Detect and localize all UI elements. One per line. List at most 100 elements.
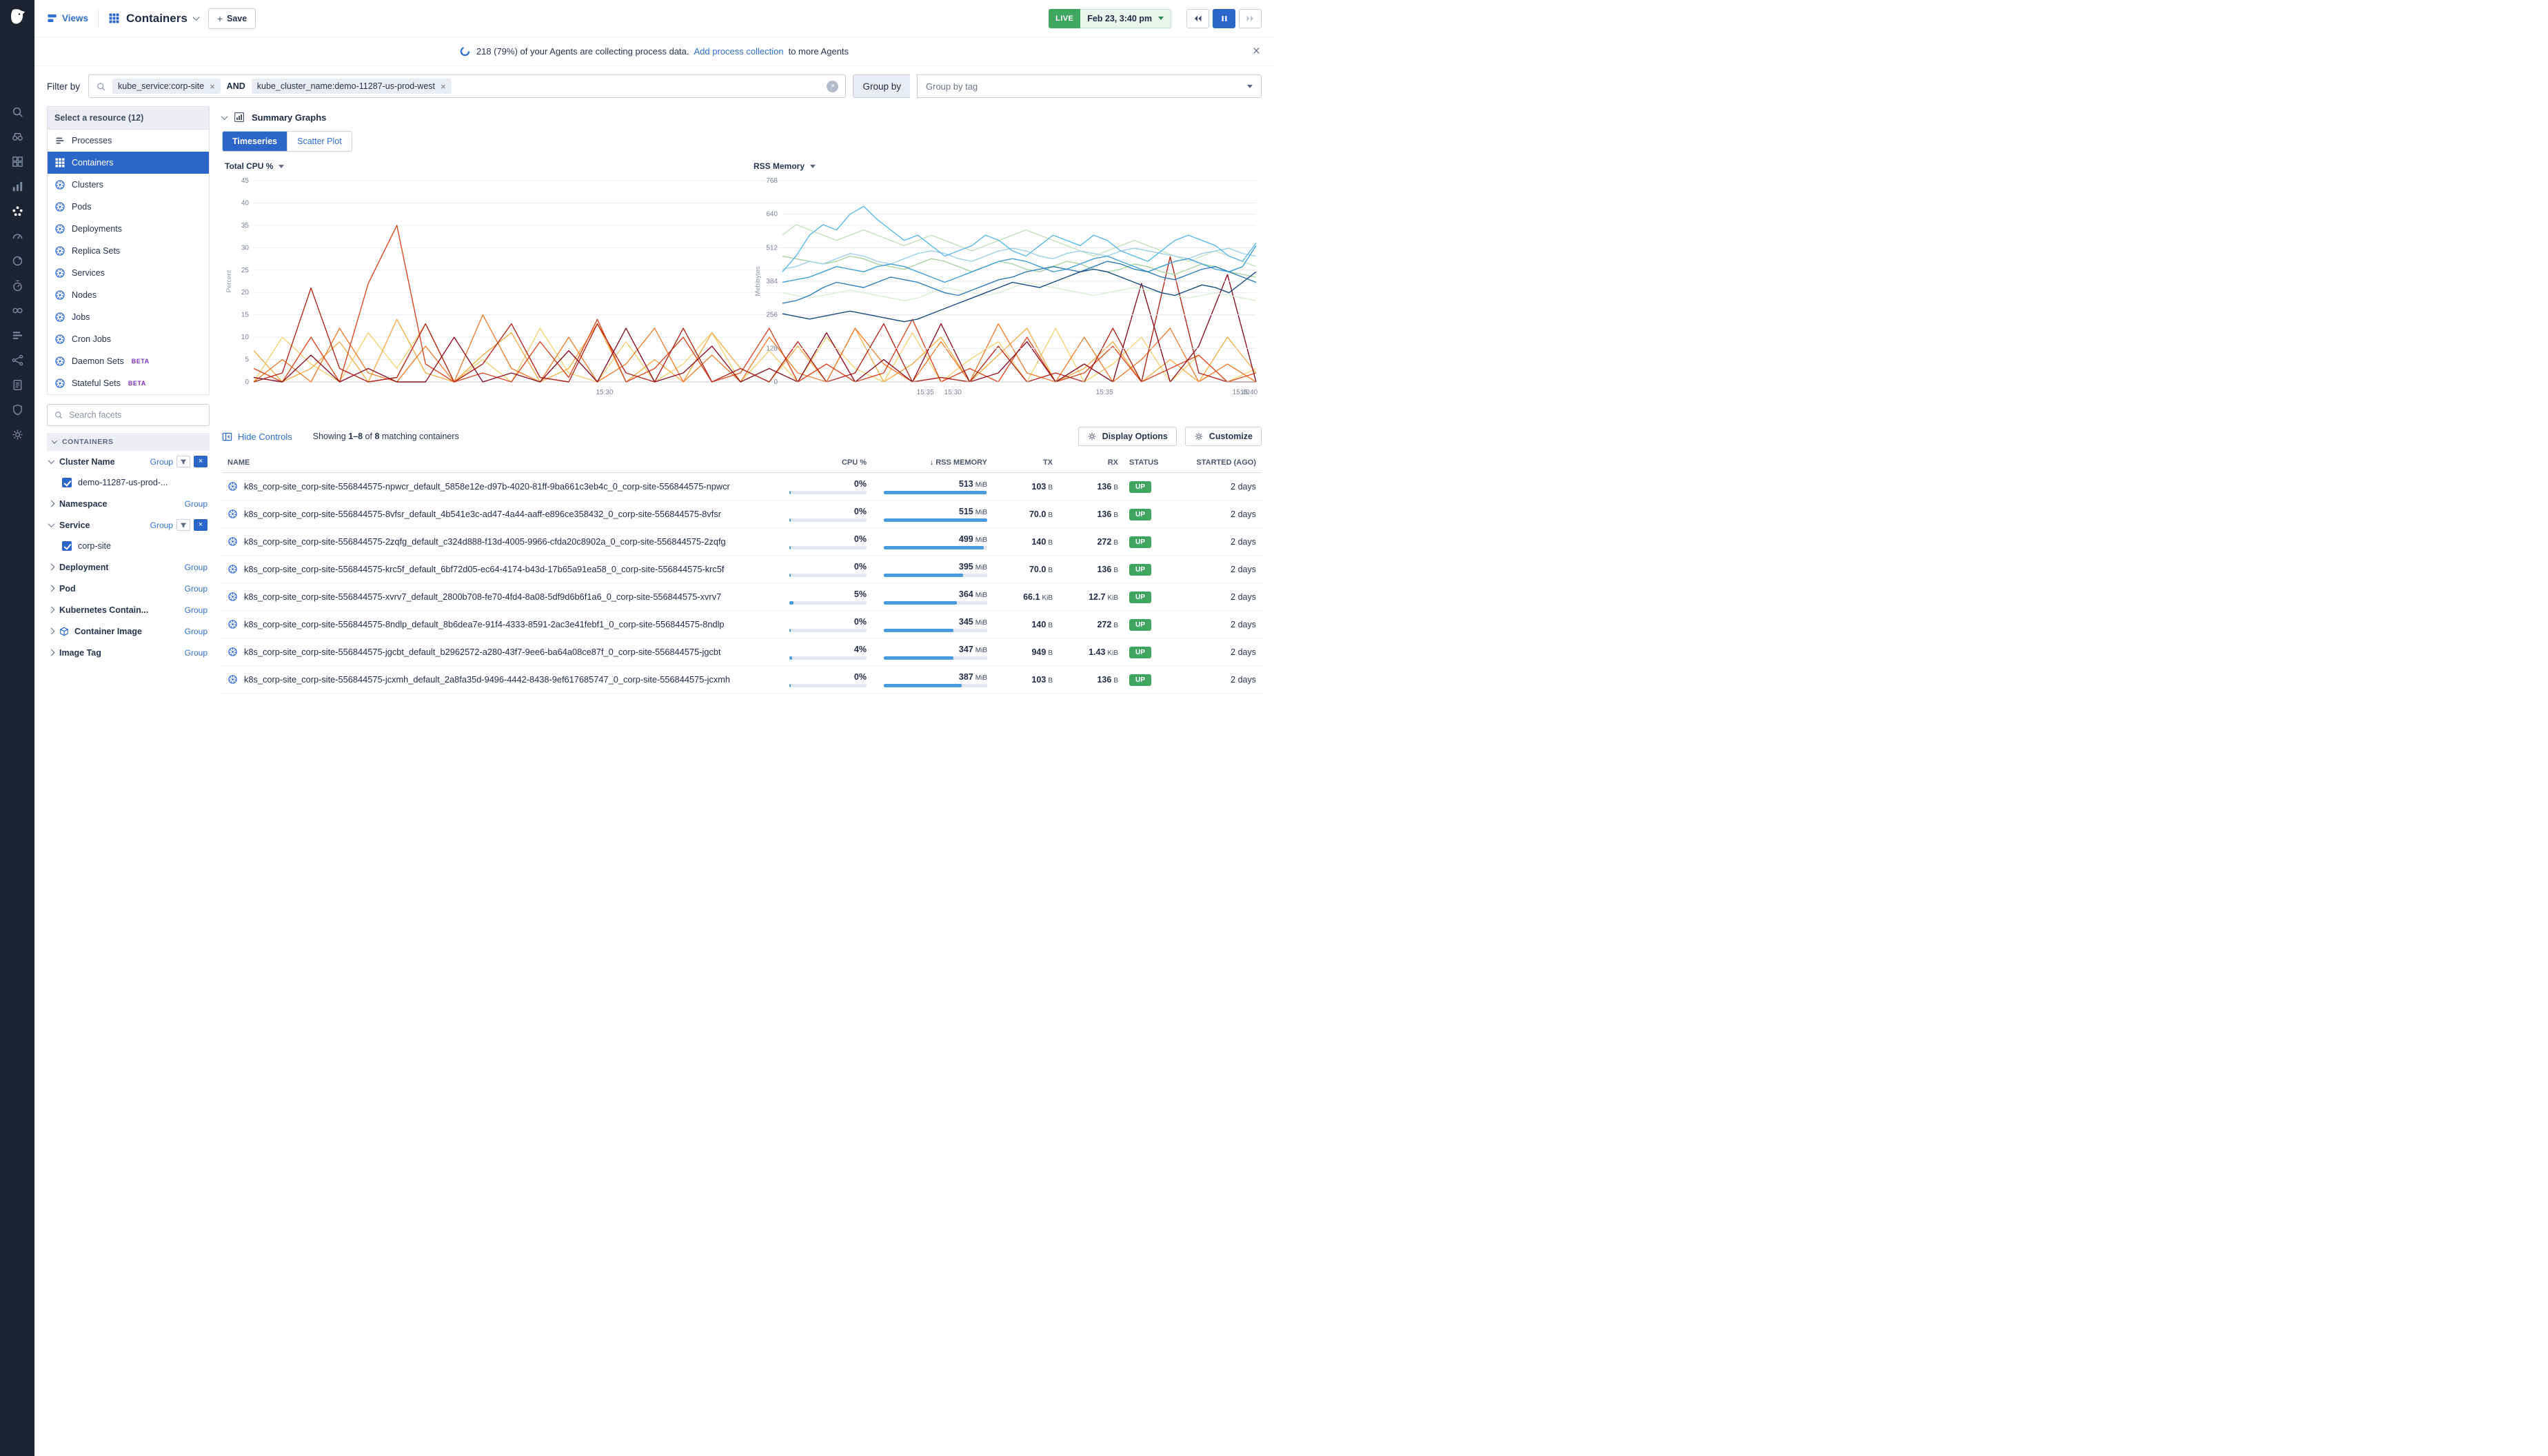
resource-item-replica-sets[interactable]: Replica Sets	[48, 240, 209, 262]
facet-clear-icon[interactable]: ×	[194, 456, 208, 467]
close-banner-icon[interactable]: ×	[1253, 45, 1260, 58]
search-facets-box[interactable]	[47, 404, 210, 426]
resource-item-deployments[interactable]: Deployments	[48, 218, 209, 240]
facet-filter-icon[interactable]	[176, 456, 190, 467]
checkbox-checked-icon[interactable]	[62, 541, 72, 551]
display-options-button[interactable]: Display Options	[1078, 427, 1177, 446]
container-row[interactable]: k8s_corp-site_corp-site-556844575-2zqfg_…	[222, 528, 1262, 556]
facet-cluster-name[interactable]: Cluster NameGroup×	[47, 451, 210, 472]
facet-group-link[interactable]: Group	[185, 499, 208, 509]
facet-kubernetes-contain[interactable]: Kubernetes Contain...Group	[47, 599, 210, 620]
network-icon[interactable]	[0, 347, 34, 372]
metrics-icon[interactable]	[0, 174, 34, 199]
facet-option-corp-site[interactable]: corp-site	[47, 536, 210, 556]
facet-group-link[interactable]: Group	[185, 648, 208, 658]
facet-group-link[interactable]: Group	[185, 605, 208, 615]
column-header-rss-memory[interactable]: ↓RSS MEMORY	[872, 458, 993, 467]
facet-clear-icon[interactable]: ×	[194, 519, 208, 531]
datadog-logo[interactable]	[5, 6, 30, 30]
resource-selector[interactable]: Containers	[108, 12, 199, 26]
facet-pod[interactable]: PodGroup	[47, 578, 210, 599]
watchdog-icon[interactable]	[0, 124, 34, 149]
container-row[interactable]: k8s_corp-site_corp-site-556844575-jgcbt_…	[222, 638, 1262, 666]
column-header-status[interactable]: STATUS	[1124, 458, 1179, 467]
filter-tag[interactable]: kube_cluster_name:demo-11287-us-prod-wes…	[252, 79, 452, 94]
time-range-selector[interactable]: Feb 23, 3:40 pm	[1080, 9, 1171, 28]
container-row[interactable]: k8s_corp-site_corp-site-556844575-npwcr_…	[222, 473, 1262, 501]
resource-item-pods[interactable]: Pods	[48, 196, 209, 218]
container-name[interactable]: k8s_corp-site_corp-site-556844575-krc5f_…	[244, 564, 725, 574]
facet-group-link[interactable]: Group	[185, 627, 208, 636]
group-by-select[interactable]: Group by tag	[917, 74, 1262, 98]
resource-item-cron-jobs[interactable]: Cron Jobs	[48, 328, 209, 350]
container-name[interactable]: k8s_corp-site_corp-site-556844575-jgcbt_…	[244, 647, 721, 657]
add-process-collection-link[interactable]: Add process collection	[694, 46, 784, 57]
chart-metric-selector[interactable]: RSS Memory	[754, 161, 816, 171]
fast-forward-button[interactable]	[1239, 9, 1262, 28]
chart-metric-selector[interactable]: Total CPU %	[225, 161, 284, 171]
resource-item-daemon-sets[interactable]: Daemon SetsBETA	[48, 350, 209, 372]
processes-icon[interactable]	[0, 323, 34, 347]
column-header-name[interactable]: NAME	[222, 458, 782, 467]
dashboards-icon[interactable]	[0, 149, 34, 174]
container-row[interactable]: k8s_corp-site_corp-site-556844575-8vfsr_…	[222, 501, 1262, 528]
facet-filter-icon[interactable]	[176, 519, 190, 531]
facet-group-link[interactable]: Group	[150, 457, 173, 467]
column-header-tx[interactable]: TX	[993, 458, 1058, 467]
facet-group-link[interactable]: Group	[185, 563, 208, 572]
resource-item-services[interactable]: Services	[48, 262, 209, 284]
remove-tag-icon[interactable]: ×	[210, 82, 215, 91]
container-name[interactable]: k8s_corp-site_corp-site-556844575-jcxmh_…	[244, 674, 730, 685]
facet-image-tag[interactable]: Image TagGroup	[47, 642, 210, 663]
tab-scatter-plot[interactable]: Scatter Plot	[287, 132, 352, 151]
facet-group-header[interactable]: CONTAINERS	[47, 433, 210, 451]
container-name[interactable]: k8s_corp-site_corp-site-556844575-2zqfg_…	[244, 536, 726, 547]
filter-search-input[interactable]: kube_service:corp-site×ANDkube_cluster_n…	[88, 74, 846, 98]
hide-controls-button[interactable]: Hide Controls	[222, 432, 292, 442]
save-view-button[interactable]: + Save	[208, 8, 256, 29]
container-name[interactable]: k8s_corp-site_corp-site-556844575-npwcr_…	[244, 481, 730, 492]
monitors-icon[interactable]	[0, 223, 34, 248]
search-facets-input[interactable]	[69, 410, 203, 420]
container-name[interactable]: k8s_corp-site_corp-site-556844575-8vfsr_…	[244, 509, 721, 519]
rewind-button[interactable]	[1186, 9, 1209, 28]
container-row[interactable]: k8s_corp-site_corp-site-556844575-jcxmh_…	[222, 666, 1262, 694]
synthetics-icon[interactable]	[0, 248, 34, 273]
tab-timeseries[interactable]: Timeseries	[223, 132, 287, 151]
search-icon[interactable]	[0, 99, 34, 124]
column-header-cpu[interactable]: CPU %	[782, 458, 872, 467]
facet-namespace[interactable]: NamespaceGroup	[47, 493, 210, 514]
security-icon[interactable]	[0, 397, 34, 422]
ci-icon[interactable]	[0, 298, 34, 323]
column-header-started-ago[interactable]: STARTED (AGO)	[1179, 458, 1262, 467]
logs-icon[interactable]	[0, 372, 34, 397]
resource-item-stateful-sets[interactable]: Stateful SetsBETA	[48, 372, 209, 394]
live-badge[interactable]: LIVE	[1049, 9, 1080, 28]
containers-icon[interactable]	[0, 199, 34, 223]
resource-item-jobs[interactable]: Jobs	[48, 306, 209, 328]
resource-item-clusters[interactable]: Clusters	[48, 174, 209, 196]
container-name[interactable]: k8s_corp-site_corp-site-556844575-xvrv7_…	[244, 592, 721, 602]
filter-tag[interactable]: kube_service:corp-site×	[112, 79, 221, 94]
facet-service[interactable]: ServiceGroup×	[47, 514, 210, 536]
resource-item-nodes[interactable]: Nodes	[48, 284, 209, 306]
summary-graphs-header[interactable]: Summary Graphs	[222, 112, 1262, 123]
facet-group-link[interactable]: Group	[150, 520, 173, 530]
resource-item-processes[interactable]: Processes	[48, 130, 209, 152]
container-row[interactable]: k8s_corp-site_corp-site-556844575-krc5f_…	[222, 556, 1262, 583]
pause-button[interactable]	[1213, 9, 1235, 28]
customize-button[interactable]: Customize	[1185, 427, 1262, 446]
container-row[interactable]: k8s_corp-site_corp-site-556844575-8ndlp_…	[222, 611, 1262, 638]
facet-group-link[interactable]: Group	[185, 584, 208, 594]
remove-tag-icon[interactable]: ×	[441, 82, 446, 91]
facet-option-demo-11287-us-prod[interactable]: demo-11287-us-prod-...	[47, 472, 210, 493]
column-header-rx[interactable]: RX	[1058, 458, 1124, 467]
resource-item-containers[interactable]: Containers	[48, 152, 209, 174]
settings-icon[interactable]	[0, 422, 34, 447]
container-name[interactable]: k8s_corp-site_corp-site-556844575-8ndlp_…	[244, 619, 725, 629]
container-row[interactable]: k8s_corp-site_corp-site-556844575-xvrv7_…	[222, 583, 1262, 611]
timeseries-plot[interactable]: 012825638451264076815:3015:3515:40Mebiby…	[751, 172, 1262, 400]
checkbox-checked-icon[interactable]	[62, 478, 72, 487]
facet-deployment[interactable]: DeploymentGroup	[47, 556, 210, 578]
facet-container-image[interactable]: Container ImageGroup	[47, 620, 210, 642]
